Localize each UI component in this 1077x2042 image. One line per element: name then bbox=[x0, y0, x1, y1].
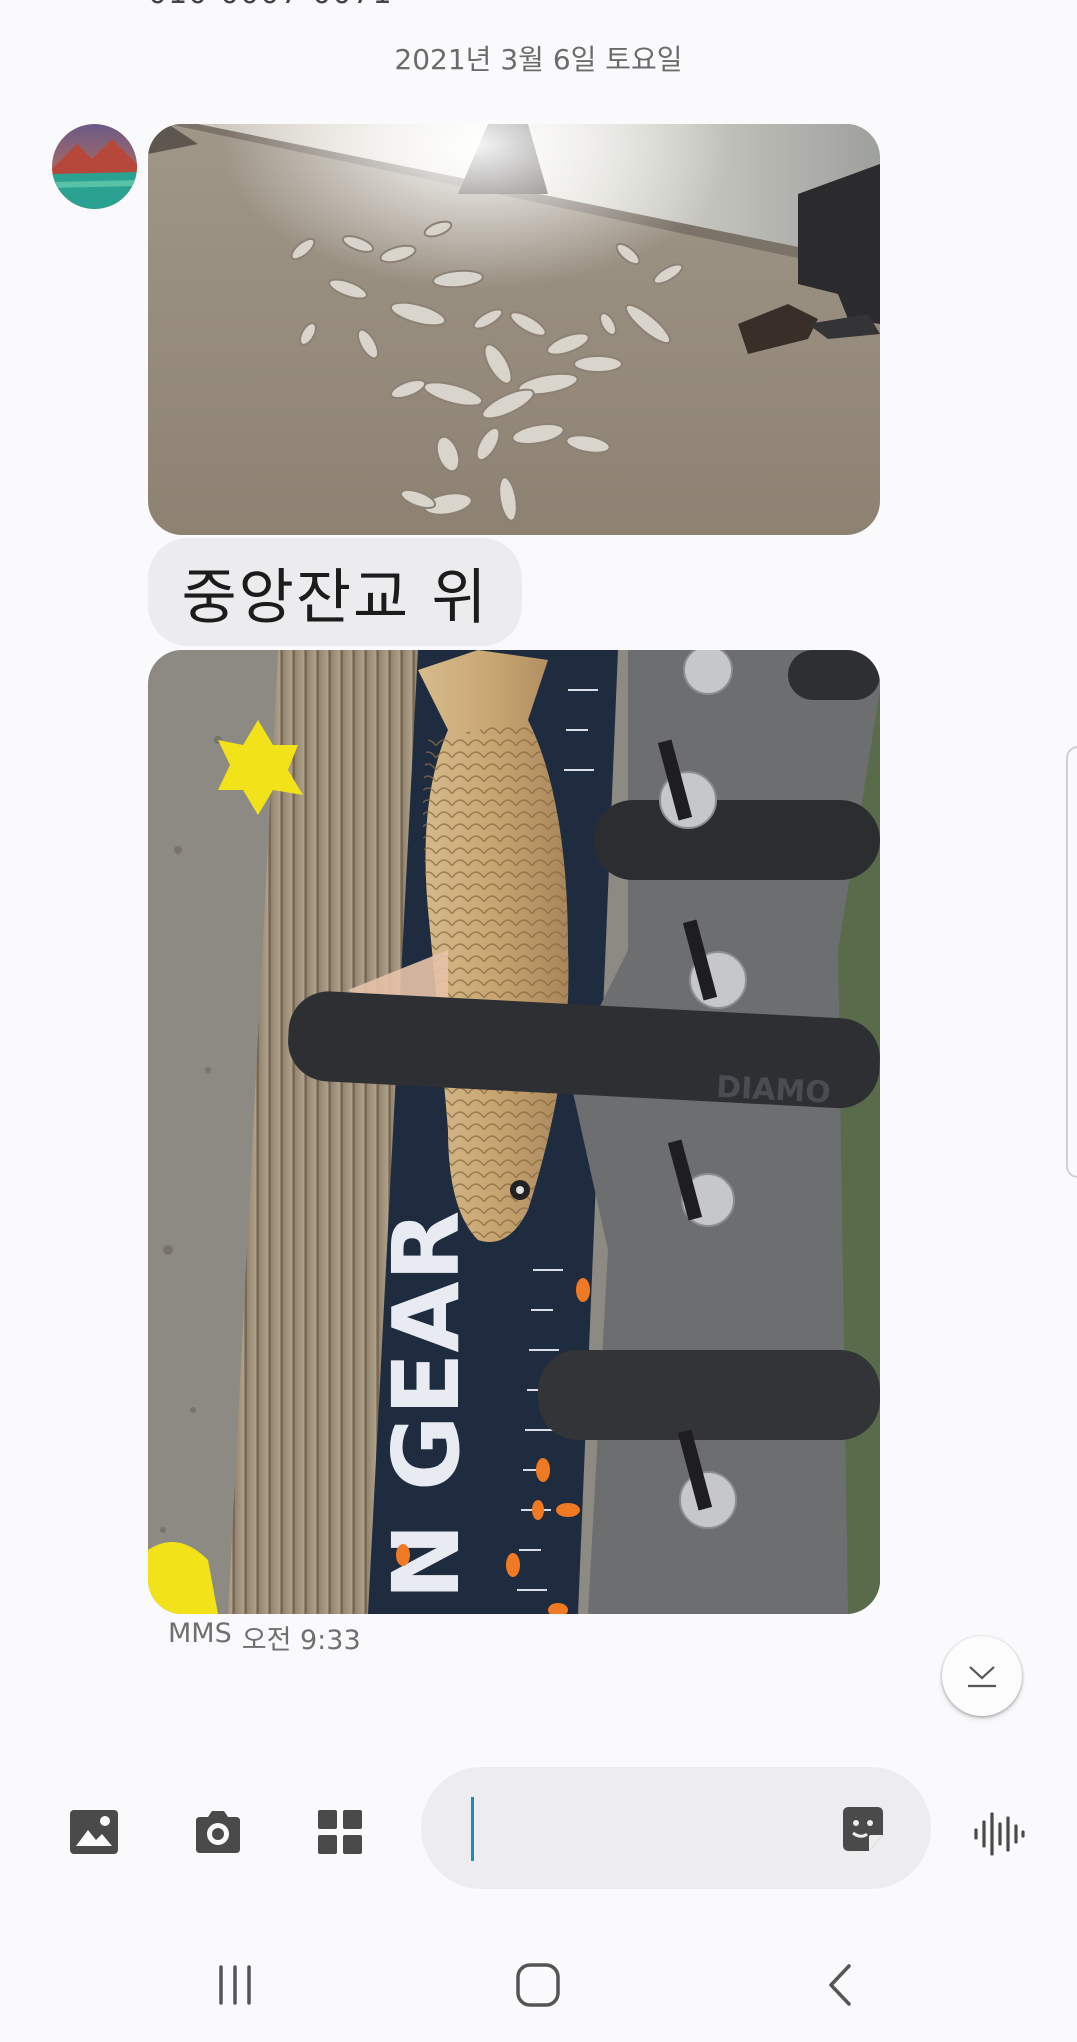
message-input-container[interactable] bbox=[421, 1767, 931, 1891]
avatar-image bbox=[52, 124, 137, 209]
apps-button[interactable] bbox=[310, 1802, 370, 1862]
recent-apps-button[interactable] bbox=[200, 1955, 270, 2015]
date-divider: 2021년 3월 6일 토요일 bbox=[394, 43, 683, 76]
sticker-icon bbox=[843, 1807, 883, 1851]
home-button[interactable] bbox=[503, 1955, 573, 2015]
photo-fish-on-measuring-board: N GEAR DIAMO bbox=[148, 650, 880, 1614]
camera-button[interactable] bbox=[188, 1802, 248, 1862]
voice-record-button[interactable] bbox=[968, 1804, 1028, 1864]
message-text-bubble[interactable]: 중앙잔교 위 bbox=[148, 538, 522, 646]
recent-apps-icon bbox=[219, 1965, 251, 2005]
image-icon bbox=[70, 1810, 118, 1854]
edge-panel-handle[interactable] bbox=[1066, 746, 1077, 1178]
partial-phone-number: 010-0007-0071 bbox=[148, 0, 393, 11]
home-icon bbox=[516, 1963, 560, 2007]
message-type: MMS bbox=[168, 1618, 232, 1649]
sticker-button[interactable] bbox=[837, 1803, 889, 1855]
contact-avatar[interactable] bbox=[52, 124, 137, 209]
back-button[interactable] bbox=[806, 1955, 876, 2015]
message-text: 중앙잔교 위 bbox=[181, 562, 489, 633]
svg-text:N GEAR: N GEAR bbox=[373, 1211, 480, 1600]
message-time: 오전 9:33 bbox=[241, 1625, 361, 1656]
svg-text:DIAMO: DIAMO bbox=[715, 1070, 831, 1111]
back-icon bbox=[829, 1964, 851, 2006]
camera-icon bbox=[196, 1811, 240, 1853]
message-photo-fish-board[interactable]: N GEAR DIAMO bbox=[148, 650, 880, 1614]
scroll-down-icon bbox=[968, 1666, 996, 1688]
grid-icon bbox=[318, 1810, 362, 1854]
photo-fish-on-pier bbox=[148, 124, 880, 535]
message-input[interactable] bbox=[463, 1767, 827, 1891]
voice-wave-icon bbox=[974, 1812, 1025, 1856]
gallery-button[interactable] bbox=[64, 1802, 124, 1862]
scroll-down-button[interactable] bbox=[942, 1636, 1022, 1716]
message-photo-fish-pier[interactable] bbox=[148, 124, 880, 535]
message-meta: MMS 오전 9:33 bbox=[168, 1618, 361, 1657]
